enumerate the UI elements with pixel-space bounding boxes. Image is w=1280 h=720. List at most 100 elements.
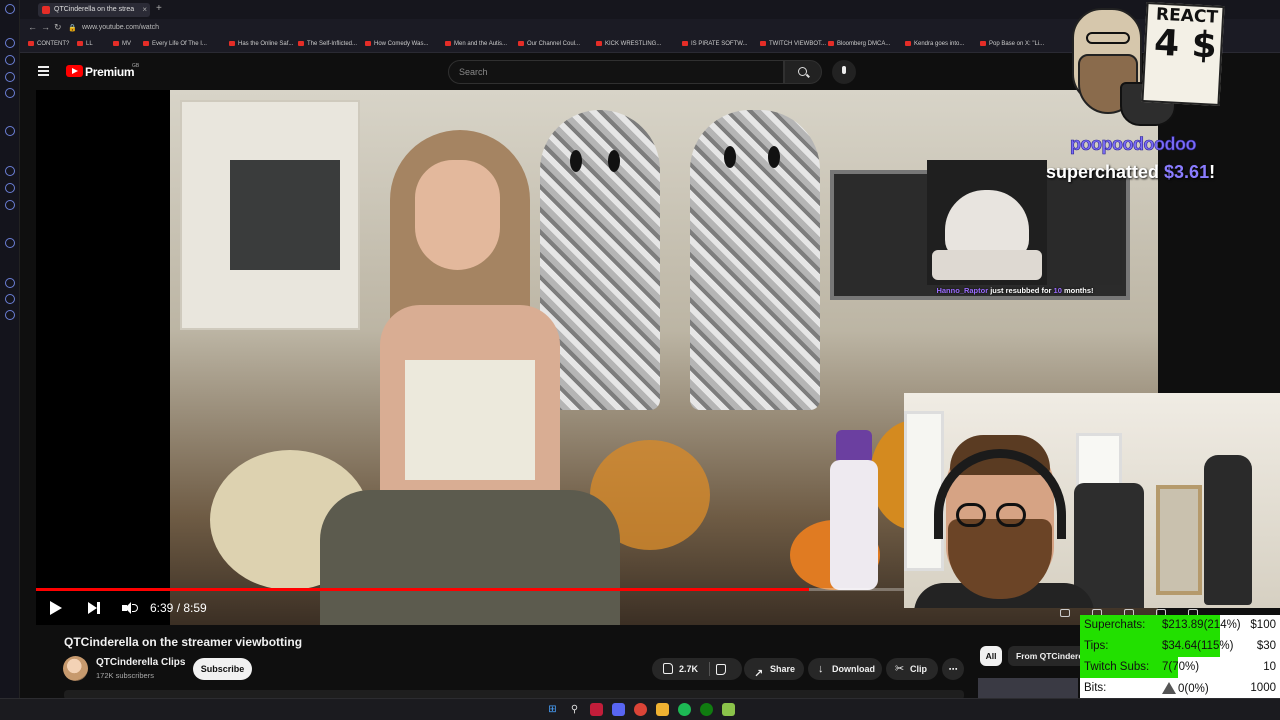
channel-avatar[interactable]	[63, 656, 88, 681]
search-icon	[798, 67, 807, 76]
bookmark-item[interactable]: Pop Base on X: "Li...	[980, 41, 1044, 47]
progress-bar-fill	[36, 588, 809, 591]
windows-start-icon[interactable]: ⊞	[546, 703, 559, 716]
bookmark-item[interactable]: TWITCH VIEWBOT...	[760, 41, 826, 47]
subscribe-button[interactable]: Subscribe	[193, 658, 252, 680]
goal-target: $30	[1256, 640, 1276, 652]
lock-icon: 🔒	[68, 25, 77, 32]
goal-label: Superchats:	[1084, 619, 1146, 631]
search-input[interactable]: Search	[448, 60, 784, 84]
whatsapp-icon[interactable]	[5, 183, 15, 193]
chip-all[interactable]: All	[980, 646, 1002, 666]
resub-alert-text: Hanno_Raptor just resubbed for 10 months…	[936, 286, 1094, 295]
thumbs-up-icon[interactable]	[663, 663, 673, 674]
bookmark-item[interactable]: Men and the Autis...	[445, 41, 507, 47]
region-code: GB	[132, 63, 140, 69]
opera-logo-icon[interactable]	[5, 4, 15, 14]
back-icon[interactable]: ←	[28, 22, 37, 32]
download-button[interactable]: ↓ Download	[808, 658, 882, 680]
bookmark-favicon-icon	[828, 41, 834, 46]
forward-icon[interactable]: →	[41, 22, 50, 32]
sidebar-icon-2[interactable]	[5, 55, 15, 65]
bookmark-item[interactable]: MV	[113, 41, 131, 47]
youtube-logo-icon[interactable]	[66, 65, 83, 77]
more-actions-button[interactable]: ⋯	[942, 658, 964, 680]
resub-alert-image	[927, 160, 1047, 285]
next-icon[interactable]	[88, 602, 101, 614]
youtube-premium-label[interactable]: Premium	[85, 65, 135, 79]
bookmark-item[interactable]: Every Life Of The I...	[143, 41, 207, 47]
bookmark-favicon-icon	[445, 41, 451, 46]
person-in-video	[320, 130, 620, 625]
time-display: 6:39 / 8:59	[150, 601, 207, 615]
disco-ghost-right	[690, 110, 820, 410]
bookmark-item[interactable]: Our Channel Coul...	[518, 41, 580, 47]
history-icon[interactable]	[5, 278, 15, 288]
bookmark-item[interactable]: CONTENT?	[28, 41, 69, 47]
thumbs-down-icon[interactable]	[716, 664, 726, 675]
new-tab-button[interactable]: +	[156, 3, 162, 14]
youtube-favicon-icon	[42, 6, 50, 14]
donor-name: poopoodoodoo	[1070, 134, 1197, 155]
bookmark-item[interactable]: Bloomberg DMCA...	[828, 41, 890, 47]
sidebar-icon-1[interactable]	[5, 38, 15, 48]
bookmark-favicon-icon	[113, 41, 119, 46]
browser-sidebar	[0, 0, 20, 720]
chrome-icon[interactable]	[634, 703, 647, 716]
tab-title: QTCinderella on the strea	[54, 6, 135, 13]
share-icon: ↗	[754, 668, 764, 680]
sidebar-icon-4[interactable]	[5, 88, 15, 98]
reload-icon[interactable]: ↻	[54, 22, 62, 33]
goal-value: $34.64(115%)	[1162, 640, 1234, 652]
like-count[interactable]: 2.7K	[679, 658, 698, 680]
bookmark-favicon-icon	[980, 41, 986, 46]
chip-from-channel[interactable]: From QTCinderella	[1008, 646, 1088, 666]
xbox-icon[interactable]	[700, 703, 713, 716]
search-button[interactable]	[784, 60, 822, 84]
app-icon[interactable]	[722, 703, 735, 716]
file-explorer-icon[interactable]	[656, 703, 669, 716]
play-icon[interactable]	[50, 601, 62, 615]
video-title: QTCinderella on the streamer viewbotting	[64, 635, 303, 649]
tab-close-button[interactable]: ×	[142, 3, 147, 17]
opera-icon[interactable]	[590, 703, 603, 716]
taskbar-search-icon[interactable]: ⚲	[568, 703, 581, 716]
clip-button[interactable]: ✂ Clip	[886, 658, 938, 680]
bookmark-item[interactable]: IS PIRATE SOFTW...	[682, 41, 748, 47]
share-button[interactable]: ↗ Share	[744, 658, 804, 680]
sidebar-icon-3[interactable]	[5, 72, 15, 82]
bookmark-favicon-icon	[28, 41, 34, 46]
spotify-icon[interactable]	[678, 703, 691, 716]
bookmark-favicon-icon	[682, 41, 688, 46]
bookmark-item[interactable]: KICK WRESTLING...	[596, 41, 661, 47]
bookmark-favicon-icon	[298, 41, 304, 46]
bookmark-item[interactable]: How Comedy Was...	[365, 41, 428, 47]
scissors-icon: ✂	[895, 663, 905, 675]
instagram-icon[interactable]	[5, 200, 15, 210]
channel-name[interactable]: QTCinderella Clips	[96, 657, 185, 668]
goal-label: Bits:	[1084, 682, 1107, 694]
alert-side-image	[1047, 170, 1122, 285]
bookmark-item[interactable]: Kendra goes into...	[905, 41, 964, 47]
bookmark-favicon-icon	[760, 41, 766, 46]
tab-youtube[interactable]: QTCinderella on the strea ×	[38, 3, 150, 17]
overlay-tool-icon[interactable]	[1060, 609, 1070, 617]
voice-search-button[interactable]	[832, 60, 856, 84]
sidebar-icon-6[interactable]	[5, 238, 15, 248]
messenger-icon[interactable]	[5, 166, 15, 176]
goal-value: $213.89(214%)	[1162, 619, 1241, 631]
url-field[interactable]: www.youtube.com/watch	[82, 24, 159, 31]
bookmark-item[interactable]: The Self-Inflicted...	[298, 41, 357, 47]
recommended-video-thumbnail[interactable]	[978, 678, 1078, 700]
hamburger-menu-icon[interactable]	[38, 66, 49, 76]
react-4-dollars-logo: REACT 4 $	[1064, 2, 1225, 154]
settings-icon[interactable]	[5, 310, 15, 320]
water-bottle-cap	[836, 430, 872, 464]
volume-icon[interactable]	[122, 602, 138, 614]
discord-icon[interactable]	[612, 703, 625, 716]
bookmark-item[interactable]: Has the Online Saf...	[229, 41, 293, 47]
downloads-icon[interactable]	[5, 294, 15, 304]
sidebar-icon-5[interactable]	[5, 126, 15, 136]
like-divider	[709, 662, 710, 676]
bookmark-item[interactable]: LL	[77, 41, 93, 47]
